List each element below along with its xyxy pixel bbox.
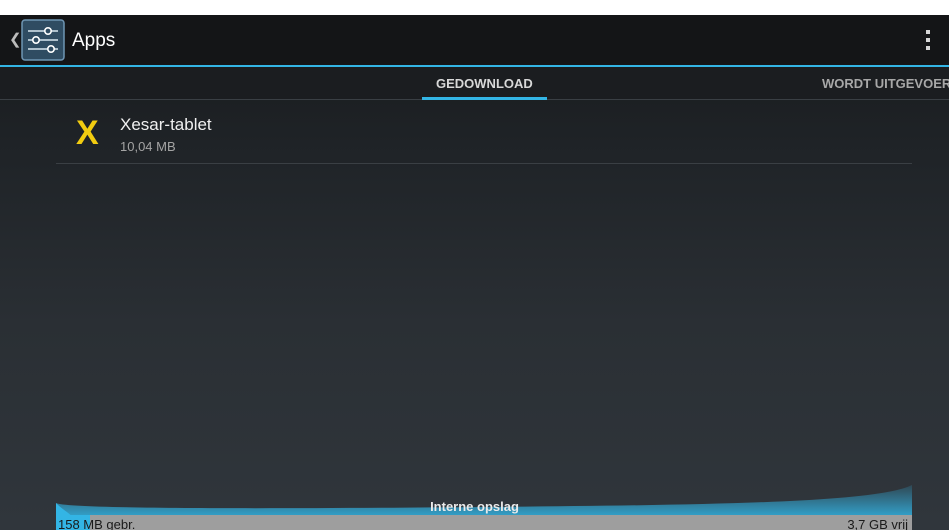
app-list-item[interactable]: X Xesar-tablet 10,04 MB <box>56 100 912 164</box>
tab-downloaded[interactable]: GEDOWNLOAD <box>422 67 547 100</box>
app-screen: ❮ Apps GEDOWNLOAD WORDT UITGEVOERD X Xes… <box>0 15 949 530</box>
storage-used-text: 158 MB gebr. <box>58 517 136 530</box>
settings-sliders-icon[interactable] <box>21 19 65 61</box>
storage-label: Interne opslag <box>430 499 519 514</box>
page-title: Apps <box>72 30 116 51</box>
app-name: Xesar-tablet <box>120 115 212 134</box>
chevron-left-icon[interactable]: ❮ <box>9 31 22 49</box>
tab-running[interactable]: WORDT UITGEVOERD <box>822 67 949 99</box>
storage-free-text: 3,7 GB vrij <box>847 517 908 530</box>
xesar-app-icon: X <box>76 114 99 152</box>
storage-bar: 158 MB gebr. 3,7 GB vrij <box>56 515 912 530</box>
tab-running-label: WORDT UITGEVOERD <box>822 76 949 91</box>
app-size: 10,04 MB <box>120 139 176 154</box>
overflow-menu-icon[interactable] <box>918 27 938 53</box>
tab-bar: GEDOWNLOAD WORDT UITGEVOERD <box>0 67 949 100</box>
tab-downloaded-label: GEDOWNLOAD <box>436 76 533 91</box>
action-bar: ❮ Apps <box>0 15 949 67</box>
